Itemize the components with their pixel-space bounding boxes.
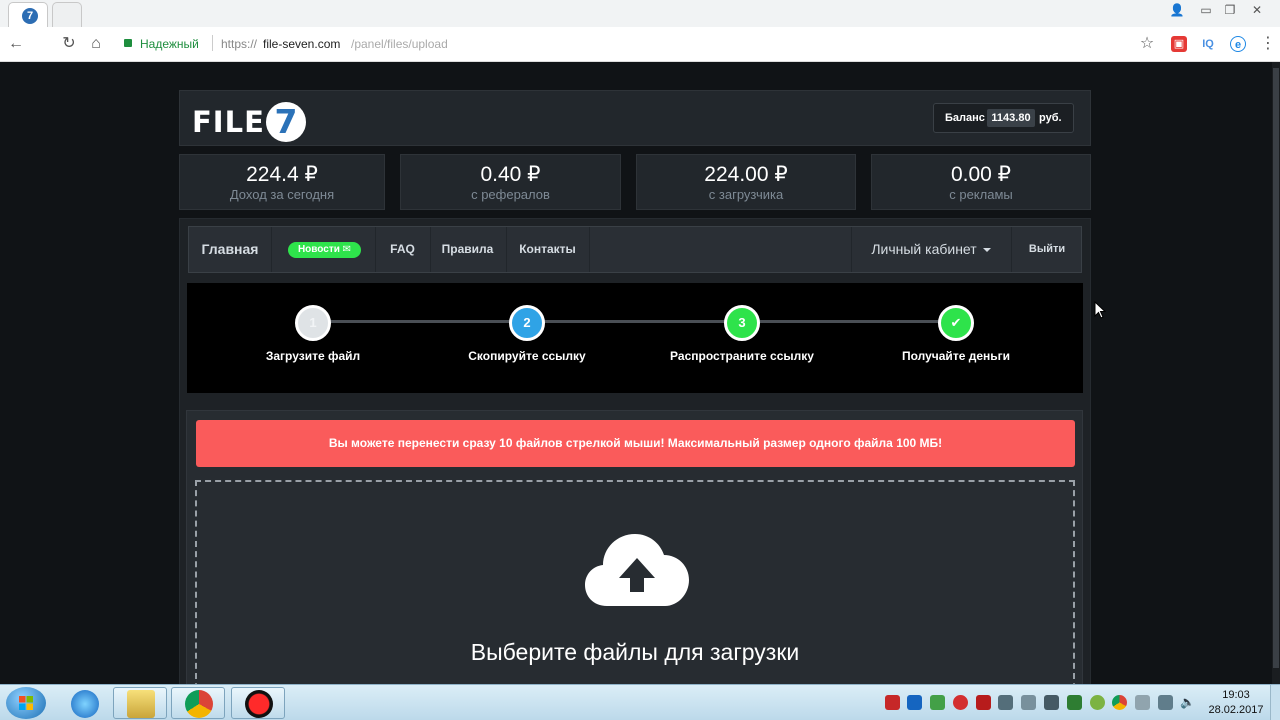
scrollbar-thumb[interactable]	[1273, 68, 1279, 668]
step-1-circle: 1	[295, 305, 331, 341]
minimize-window-icon[interactable]: ▭	[1197, 3, 1215, 17]
logo-seven-circle: 7	[266, 102, 306, 142]
site-header: FILE- 7 Баланс 1143.80 руб.	[179, 90, 1091, 146]
nav-divider	[589, 227, 590, 272]
tray-chrome-icon[interactable]	[1112, 695, 1127, 710]
extension-iq-icon[interactable]: IQ	[1200, 36, 1216, 52]
browser-menu-icon[interactable]: ⋮	[1258, 34, 1278, 54]
nav-account-label: Личный кабинет	[871, 241, 977, 257]
balance-unit: руб.	[1039, 112, 1062, 124]
taskbar-recorder-button[interactable]	[231, 687, 285, 719]
steps-panel: 1 Загрузите файл 2 Скопируйте ссылку 3 Р…	[187, 283, 1083, 393]
nav-faq[interactable]: FAQ	[375, 227, 430, 272]
taskbar-chrome-button[interactable]	[171, 687, 225, 719]
tray-app-icon[interactable]	[1044, 695, 1059, 710]
nav-divider	[271, 227, 272, 272]
tray-app-icon[interactable]	[998, 695, 1013, 710]
stat-value: 224.4 ₽	[246, 163, 318, 186]
address-bar[interactable]: Надежный https:// file-seven.com /panel/…	[118, 30, 1128, 58]
nav-rules[interactable]: Правила	[430, 227, 505, 272]
show-desktop-button[interactable]	[1270, 685, 1280, 720]
lock-icon	[124, 39, 132, 47]
stat-value: 224.00 ₽	[704, 163, 788, 186]
step-1-label: Загрузите файл	[265, 349, 361, 363]
tray-lav-icon[interactable]	[885, 695, 900, 710]
tray-lav-video-icon[interactable]	[907, 695, 922, 710]
cloud-upload-icon	[585, 534, 689, 606]
nav-news-badge[interactable]: Новости ✉	[288, 242, 361, 258]
stat-card-today: 224.4 ₽ Доход за сегодня	[179, 154, 385, 210]
url-scheme: https://	[221, 37, 258, 51]
taskbar-explorer-button[interactable]	[113, 687, 167, 719]
browser-tabstrip: 7 👤 ▭ ❐ ✕	[0, 0, 1280, 27]
dropzone-title: Выберите файлы для загрузки	[470, 639, 800, 665]
home-icon[interactable]: ⌂	[86, 34, 106, 54]
step-2-label: Скопируйте ссылку	[468, 349, 586, 363]
extension-e-icon[interactable]: e	[1230, 36, 1246, 52]
tray-nvidia-icon[interactable]	[1067, 695, 1082, 710]
step-3-circle: 3	[724, 305, 760, 341]
nav-home[interactable]: Главная	[189, 227, 271, 272]
tray-record-icon[interactable]	[953, 695, 968, 710]
logo-digit: 7	[274, 102, 298, 141]
secure-label: Надежный	[140, 37, 199, 51]
stat-label: с рефералов	[471, 187, 550, 202]
tray-app-icon[interactable]	[1090, 695, 1105, 710]
stat-label: Доход за сегодня	[229, 187, 335, 202]
windows-taskbar: 🔈 19:03 28.02.2017	[0, 684, 1280, 720]
tray-app-icon[interactable]	[1021, 695, 1036, 710]
balance-label: Баланс	[945, 112, 985, 124]
url-separator	[212, 35, 213, 51]
clock-time[interactable]: 19:03	[1208, 689, 1264, 701]
chrome-icon	[185, 690, 213, 718]
profile-icon[interactable]: 👤	[1168, 3, 1186, 17]
stat-card-referrals: 0.40 ₽ с рефералов	[400, 154, 621, 210]
tray-app-icon[interactable]	[1135, 695, 1150, 710]
internet-explorer-icon	[71, 690, 99, 718]
nav-contacts[interactable]: Контакты	[506, 227, 589, 272]
site-favicon-icon: 7	[22, 8, 38, 24]
main-navbar: Главная Новости ✉ FAQ Правила Контакты Л…	[188, 226, 1082, 273]
balance-box: Баланс 1143.80 руб.	[933, 103, 1074, 133]
clock-date[interactable]: 28.02.2017	[1208, 704, 1264, 716]
back-arrow-icon[interactable]: ←	[6, 34, 26, 54]
volume-icon[interactable]: 🔈	[1180, 695, 1195, 710]
browser-tab-active[interactable]: 7	[8, 2, 48, 27]
stat-value: 0.40 ₽	[480, 163, 541, 186]
step-4-label: Получайте деньги	[902, 349, 1010, 363]
record-icon	[245, 690, 273, 718]
new-tab-button[interactable]	[52, 2, 82, 27]
folder-icon	[127, 690, 155, 718]
taskbar-ie-button[interactable]	[57, 687, 111, 719]
bookmark-star-icon[interactable]: ☆	[1137, 34, 1157, 54]
browser-toolbar: ← ↻ ⌂ Надежный https:// file-seven.com /…	[0, 27, 1280, 62]
close-window-icon[interactable]: ✕	[1248, 3, 1266, 17]
step-3-label: Распространите ссылку	[670, 349, 814, 363]
stat-label: с рекламы	[949, 187, 1013, 202]
balance-value: 1143.80	[987, 109, 1035, 127]
tray-app-icon[interactable]	[976, 695, 991, 710]
url-path: /panel/files/upload	[351, 37, 448, 51]
upload-info-alert: Вы можете перенести сразу 10 файлов стре…	[196, 420, 1075, 467]
step-4-check-icon: ✔	[938, 305, 974, 341]
start-button[interactable]	[6, 687, 46, 719]
stat-value: 0.00 ₽	[950, 163, 1012, 186]
nav-account-dropdown[interactable]: Личный кабинет	[851, 227, 1011, 272]
steps-progress-line	[312, 320, 956, 323]
step-2-circle: 2	[509, 305, 545, 341]
stat-card-uploader: 224.00 ₽ с загрузчика	[636, 154, 856, 210]
nav-logout[interactable]: Выйти	[1011, 227, 1083, 272]
page-scrollbar[interactable]	[1272, 62, 1280, 684]
stat-label: с загрузчика	[708, 187, 784, 202]
extension-red-icon[interactable]: ▣	[1171, 36, 1187, 52]
mouse-cursor-icon	[1094, 301, 1106, 319]
stat-card-ads: 0.00 ₽ с рекламы	[871, 154, 1091, 210]
windows-logo-icon	[19, 696, 33, 710]
network-icon[interactable]	[1158, 695, 1173, 710]
reload-icon[interactable]: ↻	[59, 34, 79, 54]
tray-app-icon[interactable]	[930, 695, 945, 710]
url-host: file-seven.com	[263, 37, 341, 51]
caret-down-icon	[982, 248, 991, 253]
maximize-window-icon[interactable]: ❐	[1221, 3, 1239, 17]
